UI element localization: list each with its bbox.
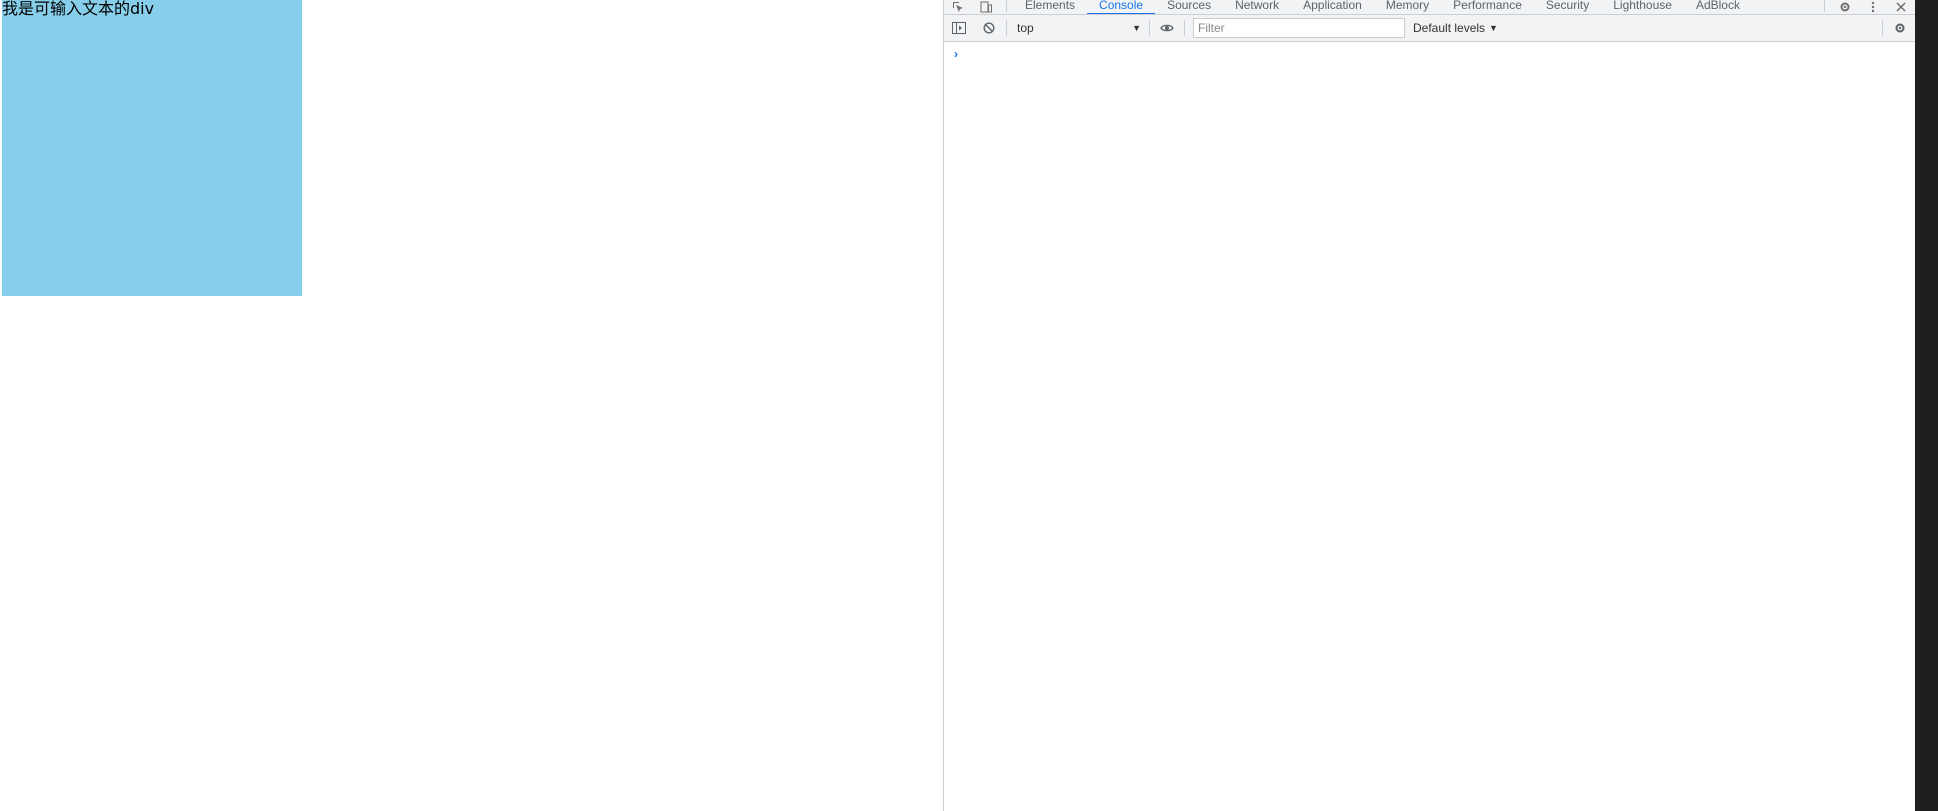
eye-icon[interactable] [1152,15,1182,41]
tab-divider [1824,0,1825,12]
tab-memory[interactable]: Memory [1374,0,1441,14]
console-settings-icon[interactable] [1885,15,1915,41]
close-icon[interactable] [1887,0,1915,14]
tab-network[interactable]: Network [1223,0,1291,14]
log-levels-dropdown[interactable]: Default levels ▼ [1413,21,1498,35]
toolbar-divider [1882,20,1883,36]
toolbar-divider [1149,20,1150,36]
console-prompt[interactable]: › [954,46,958,62]
tab-adblock[interactable]: AdBlock [1684,0,1752,14]
tab-console[interactable]: Console [1087,0,1156,14]
log-levels-label: Default levels [1413,21,1486,35]
page-viewport: 我是可输入文本的div [0,0,943,811]
tab-application[interactable]: Application [1291,0,1374,14]
more-options-icon[interactable] [1859,0,1887,14]
clear-console-icon[interactable] [974,15,1004,41]
tab-performance[interactable]: Performance [1441,0,1534,14]
context-label: top [1017,21,1034,35]
tab-lighthouse[interactable]: Lighthouse [1601,0,1684,14]
tab-security[interactable]: Security [1534,0,1601,14]
console-toolbar: top ▼ Default levels ▼ [944,15,1915,42]
inspect-icon[interactable] [944,0,972,14]
editable-div[interactable]: 我是可输入文本的div [2,0,302,296]
settings-icon[interactable] [1831,0,1859,14]
context-selector[interactable]: top ▼ [1009,18,1147,38]
sidebar-toggle-icon[interactable] [944,15,974,41]
dropdown-arrow-icon: ▼ [1489,23,1498,33]
toolbar-divider [1184,20,1185,36]
devtools-panel: Elements Console Sources Network Applica… [943,0,1915,811]
console-output[interactable]: › [944,42,1915,811]
devtools-tab-bar: Elements Console Sources Network Applica… [944,0,1915,15]
device-toggle-icon[interactable] [972,0,1000,14]
dropdown-arrow-icon: ▼ [1132,23,1141,33]
window-edge [1915,0,1938,811]
tab-elements[interactable]: Elements [1013,0,1087,14]
prompt-chevron-icon: › [954,47,958,61]
filter-input[interactable] [1193,18,1405,38]
tab-sources[interactable]: Sources [1155,0,1223,14]
toolbar-divider [1006,20,1007,36]
tab-divider [1006,0,1007,12]
